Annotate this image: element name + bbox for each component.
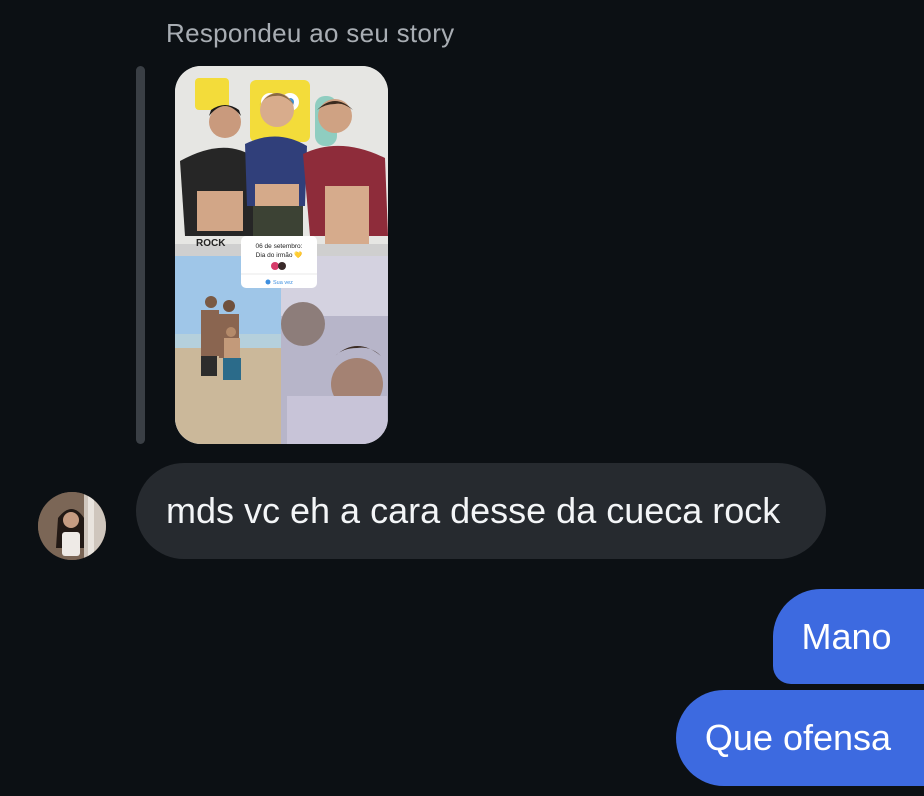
story-image: ROCK 06 de setembro: Dia do irmão 💛 Sua … — [175, 66, 388, 444]
reply-context-label: Respondeu ao seu story — [166, 18, 455, 48]
avatar[interactable] — [38, 492, 106, 560]
outgoing-message-text: Mano — [801, 616, 892, 657]
sticker-line1: 06 de setembro: — [256, 243, 303, 250]
sticker-line2: Dia do irmão 💛 — [256, 251, 304, 259]
sticker-footer: Sua vez — [273, 280, 293, 286]
shorts-text: ROCK — [196, 238, 226, 249]
incoming-message-text: mds vc eh a cara desse da cueca rock — [166, 490, 781, 531]
avatar-image — [38, 492, 106, 560]
outgoing-message-bubble[interactable]: Que ofensa — [676, 690, 924, 786]
outgoing-message-text: Que ofensa — [704, 717, 892, 758]
dm-thread: Respondeu ao seu story ROCK 06 de setemb… — [0, 0, 924, 796]
outgoing-message-bubble[interactable]: Mano — [773, 589, 924, 684]
reply-indicator-bar — [136, 66, 145, 444]
replied-story-preview[interactable]: ROCK 06 de setembro: Dia do irmão 💛 Sua … — [175, 66, 388, 444]
incoming-message-bubble[interactable]: mds vc eh a cara desse da cueca rock — [136, 463, 826, 559]
